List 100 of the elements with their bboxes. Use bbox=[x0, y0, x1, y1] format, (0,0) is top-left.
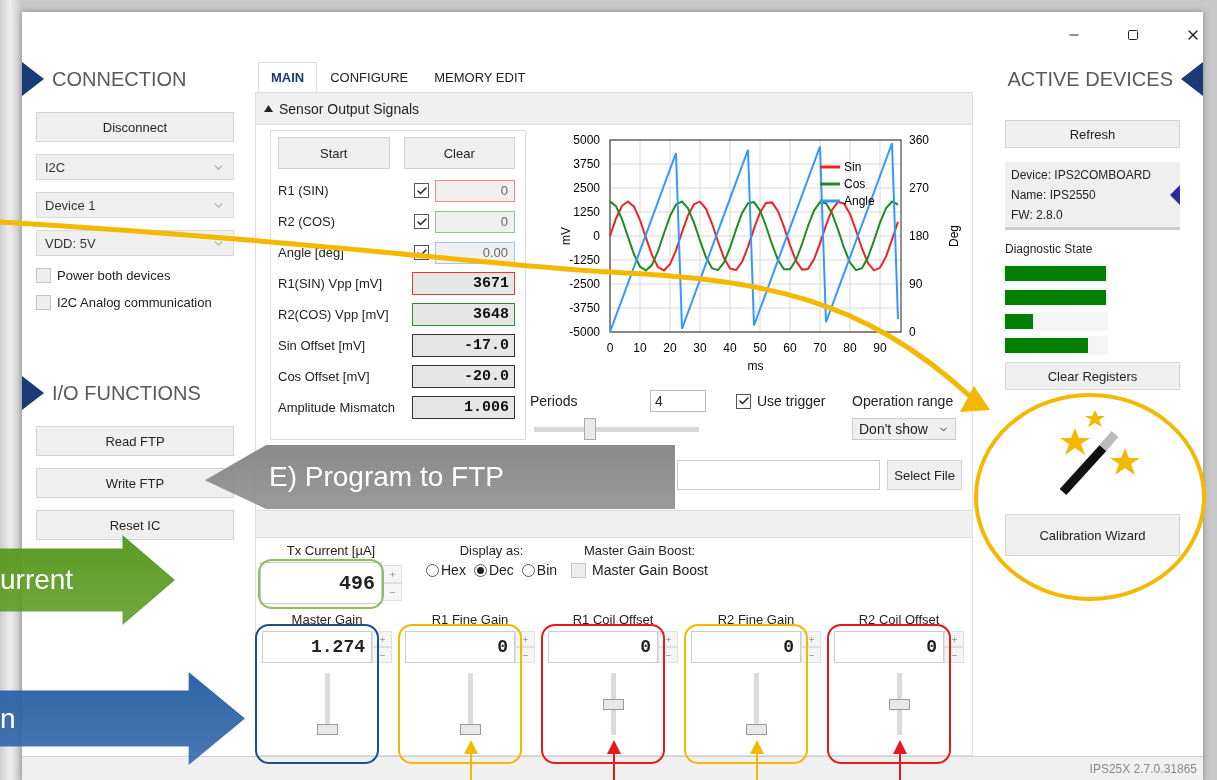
decrement-button[interactable] bbox=[944, 647, 964, 663]
axis-tick-label: 80 bbox=[843, 341, 857, 355]
readout-field: -17.0 bbox=[412, 334, 515, 357]
decrement-button[interactable] bbox=[372, 647, 392, 663]
periods-input[interactable]: 4 bbox=[650, 390, 706, 412]
decrement-button[interactable] bbox=[658, 647, 678, 663]
action-button[interactable]: Read FTP bbox=[36, 426, 234, 456]
section-title: I/O FUNCTIONS bbox=[52, 381, 201, 405]
field-label: R2 Fine Gain bbox=[717, 612, 795, 627]
legend-swatch bbox=[820, 182, 840, 186]
field-label: R2 (COS) bbox=[278, 212, 336, 231]
section-title: CONNECTION bbox=[52, 67, 187, 91]
axis-title: Deg bbox=[947, 225, 961, 247]
section-title: Sensor Output Signals bbox=[279, 100, 420, 117]
version-label: IPS25X 2.7.0.31865 bbox=[1089, 761, 1197, 776]
readout-field: 3671 bbox=[412, 272, 515, 295]
checkbox[interactable] bbox=[736, 393, 751, 409]
action-button[interactable]: Write FTP bbox=[36, 468, 234, 498]
section-title: ACTIVE DEVICES bbox=[1007, 67, 1173, 91]
clear-registers-button[interactable]: Clear Registers bbox=[1005, 362, 1180, 390]
field-label: Operation range bbox=[852, 393, 955, 409]
checkbox[interactable] bbox=[414, 183, 429, 198]
axis-tick-label: 90 bbox=[873, 341, 887, 355]
file-path-field[interactable] bbox=[677, 460, 881, 490]
tab[interactable]: CONFIGURE bbox=[317, 62, 422, 92]
section-marker-icon bbox=[22, 62, 44, 96]
number-field[interactable]: 0 bbox=[691, 631, 801, 663]
plus-icon bbox=[807, 635, 815, 643]
plus-icon bbox=[950, 635, 958, 643]
axis-tick-label: 5000 bbox=[573, 133, 600, 147]
axis-title: ms bbox=[747, 359, 764, 373]
field-label: R1 Fine Gain bbox=[431, 612, 509, 627]
axis-tick-label: 10 bbox=[633, 341, 647, 355]
legend-label: Sin bbox=[844, 160, 862, 174]
value-field: 0 bbox=[435, 210, 515, 233]
slider-thumb[interactable] bbox=[459, 724, 481, 735]
increment-button[interactable] bbox=[944, 631, 964, 647]
check-icon bbox=[415, 184, 428, 197]
axis-tick-label: 1250 bbox=[573, 205, 600, 219]
field-label: Sin Offset [mV] bbox=[278, 336, 366, 355]
select-file-button[interactable]: Select File bbox=[887, 460, 962, 490]
legend-swatch bbox=[820, 165, 840, 169]
action-button[interactable]: Disconnect bbox=[36, 112, 234, 142]
increment-button[interactable] bbox=[372, 631, 392, 647]
refresh-button[interactable]: Refresh bbox=[1005, 120, 1180, 148]
check-icon bbox=[737, 395, 750, 407]
field-label: Amplitude Mismatch bbox=[278, 398, 396, 417]
field-label: Master Gain Boost: bbox=[583, 543, 696, 558]
axis-tick-label: -2500 bbox=[569, 277, 600, 291]
field-label: Master Gain bbox=[291, 612, 363, 627]
number-field[interactable]: 0 bbox=[548, 631, 658, 663]
axis-tick-label: 30 bbox=[693, 341, 707, 355]
slider-thumb[interactable] bbox=[745, 724, 767, 735]
field-label: Display as: bbox=[459, 543, 524, 558]
checkbox-label: Power both devices bbox=[57, 268, 171, 283]
tab[interactable]: MAIN bbox=[258, 62, 318, 92]
device-card[interactable]: Device: IPS2COMBOARD Name: IPS2550 FW: 2.8.0 bbox=[1005, 162, 1180, 230]
axis-tick-label: 270 bbox=[909, 181, 930, 195]
field-label: Cos Offset [mV] bbox=[278, 367, 370, 386]
axis-tick-label: 3750 bbox=[573, 157, 600, 171]
field-label: R1 Coil Offset bbox=[572, 612, 654, 627]
dropdown[interactable]: Device 1 bbox=[36, 192, 234, 218]
device-info: Name: IPS2550 bbox=[1011, 187, 1097, 202]
field-label: R1 (SIN) bbox=[278, 181, 329, 200]
slider-thumb[interactable] bbox=[316, 724, 338, 735]
dropdown[interactable]: I2C bbox=[36, 154, 234, 180]
increment-button[interactable] bbox=[658, 631, 678, 647]
section-marker-icon bbox=[22, 376, 44, 410]
axis-tick-label: 0 bbox=[909, 325, 916, 339]
slider-thumb[interactable] bbox=[888, 698, 910, 710]
axis-tick-label: 0 bbox=[593, 229, 600, 243]
field-label: Tx Current [µA] bbox=[286, 543, 376, 558]
maximize-icon[interactable] bbox=[1127, 29, 1139, 41]
checkbox[interactable] bbox=[571, 562, 587, 578]
slider-thumb[interactable] bbox=[584, 418, 597, 440]
section-header[interactable]: Sensor Output Signals bbox=[256, 93, 972, 125]
calibration-wizard-button[interactable]: Calibration Wizard bbox=[1005, 514, 1180, 556]
check-icon bbox=[415, 215, 428, 228]
number-field[interactable]: 0 bbox=[405, 631, 515, 663]
checkbox[interactable] bbox=[414, 214, 429, 229]
readout-field: 3648 bbox=[412, 303, 515, 326]
axis-tick-label: -5000 bbox=[569, 325, 600, 339]
action-button[interactable]: Reset IC bbox=[36, 510, 234, 540]
number-field[interactable]: 496 bbox=[260, 562, 382, 604]
device-info: Device: IPS2COMBOARD bbox=[1011, 167, 1152, 182]
checkbox[interactable] bbox=[36, 268, 51, 283]
slider-thumb[interactable] bbox=[602, 698, 624, 710]
plus-icon bbox=[378, 635, 386, 643]
number-field[interactable]: 1.274 bbox=[262, 631, 372, 663]
section-marker-icon bbox=[1181, 62, 1203, 96]
radio-label: Hex bbox=[441, 562, 466, 578]
dropdown[interactable]: Don't show bbox=[852, 418, 956, 440]
number-field[interactable]: 0 bbox=[834, 631, 944, 663]
axis-tick-label: 360 bbox=[909, 133, 930, 147]
axis-tick-label: 180 bbox=[909, 229, 930, 243]
checkbox[interactable] bbox=[36, 295, 51, 310]
action-button[interactable]: Clear bbox=[403, 137, 515, 169]
tab[interactable]: MEMORY EDIT bbox=[421, 62, 539, 92]
action-button[interactable]: Start bbox=[278, 137, 390, 169]
axis-tick-label: 50 bbox=[753, 341, 767, 355]
